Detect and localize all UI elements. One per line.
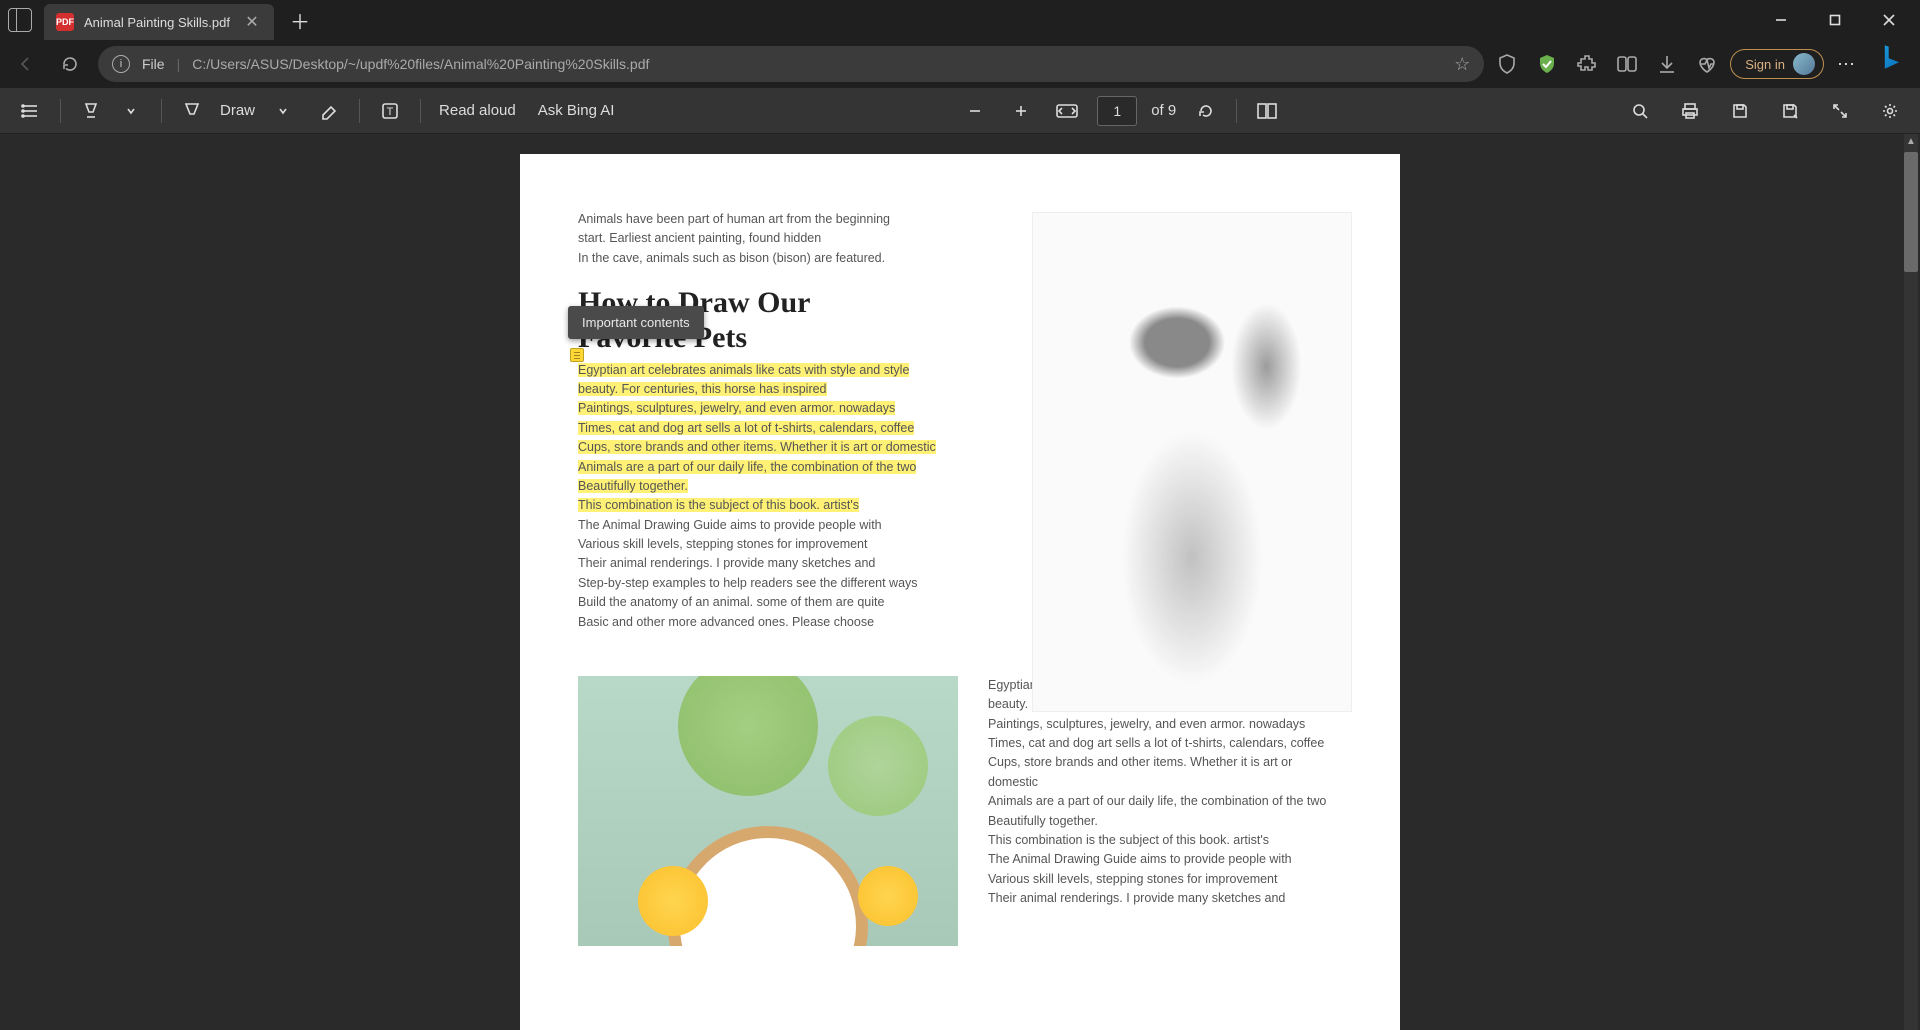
draw-icon[interactable] [176, 95, 208, 127]
dog-sketch-image [1032, 212, 1352, 712]
pdf-toolbar: Draw T Read aloud Ask Bing AI of 9 [0, 88, 1920, 134]
draw-label[interactable]: Draw [216, 102, 259, 119]
bing-chat-button[interactable] [1870, 44, 1910, 84]
draw-dropdown[interactable] [267, 95, 299, 127]
text-button[interactable]: T [374, 95, 406, 127]
ask-bing-ai-button[interactable]: Ask Bing AI [534, 102, 619, 119]
security-shield-icon[interactable] [1536, 53, 1558, 75]
tracking-shield-icon[interactable] [1496, 53, 1518, 75]
performance-icon[interactable] [1696, 53, 1718, 75]
annotation-tooltip: Important contents [568, 306, 704, 339]
back-button[interactable] [10, 48, 42, 80]
url-separator: | [177, 56, 181, 72]
downloads-icon[interactable] [1656, 53, 1678, 75]
sticky-note-icon[interactable] [570, 348, 584, 362]
fullscreen-button[interactable] [1824, 95, 1856, 127]
read-aloud-button[interactable]: Read aloud [435, 102, 520, 119]
maximize-button[interactable] [1812, 4, 1858, 36]
search-button[interactable] [1624, 95, 1656, 127]
more-menu-button[interactable]: ⋯ [1836, 53, 1858, 75]
page-total-label: of 9 [1151, 102, 1176, 119]
window-controls [1758, 4, 1912, 36]
rotate-button[interactable] [1190, 95, 1222, 127]
signin-label: Sign in [1745, 57, 1785, 72]
zoom-in-button[interactable] [1005, 95, 1037, 127]
bing-icon [1877, 44, 1903, 70]
save-button[interactable] [1724, 95, 1756, 127]
page-view-button[interactable] [1251, 95, 1283, 127]
tab-title: Animal Painting Skills.pdf [84, 15, 232, 30]
url-text: C:/Users/ASUS/Desktop/~/updf%20files/Ani… [192, 56, 1442, 72]
save-as-button[interactable] [1774, 95, 1806, 127]
highlighted-paragraph: Egyptian art celebrates animals like cat… [578, 361, 938, 632]
tab-actions-icon[interactable] [8, 8, 32, 32]
close-window-button[interactable] [1866, 4, 1912, 36]
fit-width-button[interactable] [1051, 95, 1083, 127]
titlebar: PDF Animal Painting Skills.pdf ✕ ＋ [0, 0, 1920, 40]
url-scheme-label: File [142, 56, 165, 72]
pdf-viewport[interactable]: ▲ Important contents Animals have been p… [0, 134, 1920, 1030]
split-screen-icon[interactable] [1616, 53, 1638, 75]
right-column-text: Egyptian art celebrates animals like cat… [988, 676, 1342, 946]
pdf-favicon-icon: PDF [56, 13, 74, 31]
erase-button[interactable] [313, 95, 345, 127]
scroll-up-button[interactable]: ▲ [1904, 136, 1918, 150]
favorite-star-icon[interactable]: ☆ [1454, 54, 1470, 75]
embroidery-image [578, 676, 958, 946]
avatar-icon [1793, 53, 1815, 75]
contents-toggle-button[interactable] [14, 95, 46, 127]
address-bar[interactable]: i File | C:/Users/ASUS/Desktop/~/updf%20… [98, 46, 1484, 82]
page-number-input[interactable] [1097, 96, 1137, 126]
highlight-button[interactable] [75, 95, 107, 127]
pdf-page: Important contents Animals have been par… [520, 154, 1400, 1030]
new-tab-button[interactable]: ＋ [286, 6, 314, 35]
settings-button[interactable] [1874, 95, 1906, 127]
scrollbar-thumb[interactable] [1904, 152, 1918, 272]
intro-paragraph: Animals have been part of human art from… [578, 210, 898, 268]
address-row: i File | C:/Users/ASUS/Desktop/~/updf%20… [0, 40, 1920, 88]
svg-text:T: T [387, 106, 394, 118]
browser-tab[interactable]: PDF Animal Painting Skills.pdf ✕ [44, 4, 274, 40]
print-button[interactable] [1674, 95, 1706, 127]
extensions-icon[interactable] [1576, 53, 1598, 75]
minimize-button[interactable] [1758, 4, 1804, 36]
signin-button[interactable]: Sign in [1730, 49, 1824, 79]
toolbar-extensions [1496, 53, 1718, 75]
zoom-out-button[interactable] [959, 95, 991, 127]
tab-close-button[interactable]: ✕ [242, 12, 262, 32]
site-info-icon[interactable]: i [112, 55, 130, 73]
highlight-dropdown[interactable] [115, 95, 147, 127]
refresh-button[interactable] [54, 48, 86, 80]
